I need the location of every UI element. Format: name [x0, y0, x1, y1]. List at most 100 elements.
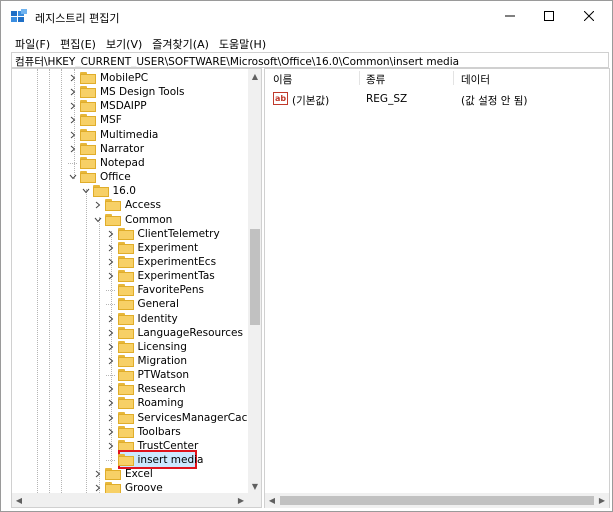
- scroll-right-arrow-icon[interactable]: ▶: [595, 493, 609, 508]
- chevron-right-icon[interactable]: [105, 241, 117, 255]
- value-list-pane[interactable]: 이름 종류 데이터 ab (기본값) REG_SZ (값 설정 안 됨) ◀ ▶: [264, 68, 610, 508]
- scroll-down-arrow-icon[interactable]: ▼: [248, 479, 261, 493]
- tree-node[interactable]: Excel: [12, 467, 248, 481]
- value-type: REG_SZ: [366, 93, 408, 105]
- menu-view[interactable]: 보기(V): [101, 34, 147, 52]
- chevron-right-icon[interactable]: [105, 411, 117, 425]
- tree-node-label: Roaming: [137, 397, 184, 410]
- scroll-left-arrow-icon[interactable]: ◀: [265, 493, 279, 508]
- tree-node-label: Excel: [125, 468, 153, 481]
- folder-icon: [117, 411, 134, 424]
- folder-icon: [117, 284, 134, 297]
- chevron-right-icon[interactable]: [105, 354, 117, 368]
- chevron-right-icon[interactable]: [67, 128, 79, 142]
- minimize-button[interactable]: [488, 1, 532, 31]
- column-divider[interactable]: [359, 71, 360, 85]
- scroll-left-arrow-icon[interactable]: ◀: [12, 493, 26, 507]
- tree-node-label: MobilePC: [100, 72, 149, 84]
- chevron-right-icon[interactable]: [67, 142, 79, 156]
- folder-icon: [80, 171, 96, 184]
- tree-node[interactable]: Multimedia: [12, 128, 248, 142]
- close-button[interactable]: [567, 1, 611, 31]
- column-header-data[interactable]: 데이터: [461, 72, 490, 87]
- tree-horizontal-scrollbar[interactable]: ◀ ▶: [12, 493, 261, 507]
- tree-node[interactable]: MS Design Tools: [12, 85, 248, 99]
- chevron-right-icon[interactable]: [105, 439, 117, 453]
- chevron-right-icon[interactable]: [92, 198, 104, 212]
- tree-node[interactable]: Narrator: [12, 142, 248, 156]
- folder-icon: [117, 227, 134, 240]
- tree-node[interactable]: Identity: [12, 312, 248, 326]
- tree-node[interactable]: MobilePC: [12, 71, 248, 85]
- tree-node[interactable]: LanguageResources: [12, 326, 248, 340]
- tree-node[interactable]: FavoritePens: [12, 283, 248, 297]
- tree-node[interactable]: Notepad: [12, 156, 248, 170]
- column-header-type[interactable]: 종류: [366, 72, 385, 87]
- chevron-right-icon[interactable]: [105, 382, 117, 396]
- folder-icon: [117, 326, 134, 339]
- tree-node[interactable]: Toolbars: [12, 425, 248, 439]
- tree-node[interactable]: PTWatson: [12, 368, 248, 382]
- menu-help[interactable]: 도움말(H): [214, 34, 271, 52]
- menu-file[interactable]: 파일(F): [1, 34, 55, 52]
- tree-connector-line: [105, 290, 115, 292]
- tree-vertical-scroll-thumb[interactable]: [250, 229, 260, 325]
- string-value-icon: ab: [273, 92, 288, 105]
- menu-favorites[interactable]: 즐겨찾기(A): [147, 34, 214, 52]
- column-divider[interactable]: [453, 71, 454, 85]
- tree-node[interactable]: Access: [12, 198, 248, 212]
- scroll-right-arrow-icon[interactable]: ▶: [234, 493, 248, 507]
- tree-node[interactable]: ServicesManagerCache: [12, 411, 260, 425]
- chevron-down-icon[interactable]: [67, 170, 79, 184]
- chevron-right-icon[interactable]: [105, 396, 117, 410]
- tree-node[interactable]: Experiment: [12, 241, 248, 255]
- chevron-right-icon[interactable]: [92, 467, 104, 481]
- tree-node[interactable]: ExperimentEcs: [12, 255, 248, 269]
- folder-icon: [117, 397, 134, 410]
- tree-node[interactable]: MSF: [12, 113, 248, 127]
- tree-node[interactable]: ExperimentTas: [12, 269, 248, 283]
- chevron-right-icon[interactable]: [105, 227, 117, 241]
- chevron-down-icon[interactable]: [92, 213, 104, 227]
- chevron-right-icon[interactable]: [105, 269, 117, 283]
- maximize-button[interactable]: [527, 1, 571, 31]
- tree-node[interactable]: Licensing: [12, 340, 248, 354]
- chevron-right-icon[interactable]: [105, 340, 117, 354]
- chevron-right-icon[interactable]: [67, 113, 79, 127]
- list-horizontal-scroll-thumb[interactable]: [280, 496, 594, 505]
- column-header-name[interactable]: 이름: [273, 72, 292, 87]
- chevron-right-icon[interactable]: [67, 71, 79, 85]
- address-bar[interactable]: 컴퓨터\HKEY_CURRENT_USER\SOFTWARE\Microsoft…: [11, 52, 609, 68]
- folder-icon: [117, 270, 134, 283]
- tree-node-label: Toolbars: [137, 425, 181, 438]
- folder-icon: [80, 72, 96, 84]
- tree-node[interactable]: Common: [12, 213, 248, 227]
- tree-node[interactable]: insert media: [12, 450, 248, 470]
- folder-icon: [80, 86, 96, 99]
- scroll-up-arrow-icon[interactable]: ▲: [248, 69, 261, 83]
- title-bar[interactable]: 레지스트리 편집기: [1, 1, 612, 31]
- tree-node[interactable]: Migration: [12, 354, 248, 368]
- menu-bar: 파일(F) 편집(E) 보기(V) 즐겨찾기(A) 도움말(H): [1, 34, 271, 52]
- chevron-right-icon[interactable]: [105, 326, 117, 340]
- tree-node[interactable]: Roaming: [12, 396, 248, 410]
- chevron-down-icon[interactable]: [80, 184, 92, 198]
- tree-node[interactable]: Research: [12, 382, 248, 396]
- chevron-right-icon[interactable]: [67, 99, 79, 113]
- chevron-right-icon[interactable]: [105, 312, 117, 326]
- tree-node[interactable]: Office: [12, 170, 248, 184]
- key-tree-pane[interactable]: MobilePC MS Design Tools MSDAIPP MSF Multime…: [11, 68, 262, 508]
- tree-node[interactable]: MSDAIPP: [12, 99, 248, 113]
- menu-edit[interactable]: 편집(E): [55, 34, 101, 52]
- tree-node-label: Migration: [137, 355, 188, 367]
- tree-node[interactable]: ClientTelemetry: [12, 227, 248, 241]
- tree-node[interactable]: 16.0: [12, 184, 248, 198]
- chevron-right-icon[interactable]: [105, 255, 117, 269]
- chevron-right-icon[interactable]: [105, 425, 117, 439]
- folder-icon: [105, 199, 121, 212]
- folder-icon: [80, 156, 96, 169]
- tree-node[interactable]: General: [12, 297, 248, 311]
- list-horizontal-scrollbar[interactable]: ◀ ▶: [265, 493, 609, 508]
- tree-vertical-scrollbar[interactable]: ▲ ▼: [248, 69, 261, 493]
- chevron-right-icon[interactable]: [67, 85, 79, 99]
